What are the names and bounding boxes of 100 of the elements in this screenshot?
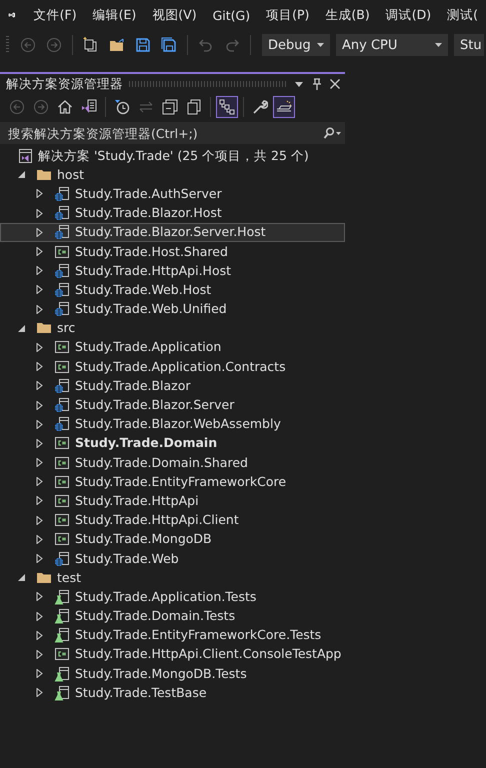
collapsed-arrow-icon[interactable] <box>35 189 44 198</box>
project-row[interactable]: Study.Trade.AuthServer <box>0 184 345 204</box>
csharp-project-icon <box>54 646 70 662</box>
collapsed-arrow-icon[interactable] <box>35 304 44 314</box>
menu-item[interactable]: Git(G) <box>204 8 258 22</box>
project-row[interactable]: Study.Trade.EntityFrameworkCore.Tests <box>0 626 345 645</box>
web-project-icon <box>54 282 70 298</box>
menu-item[interactable]: 视图(V) <box>144 6 205 24</box>
csharp-project-icon <box>54 512 70 528</box>
collapse-all-icon <box>162 99 178 115</box>
save-all-icon <box>161 37 177 53</box>
sync-icon <box>138 99 154 115</box>
project-row[interactable]: Study.Trade.HttpApi.Host <box>0 261 345 280</box>
undo-icon <box>198 37 214 53</box>
collapsed-arrow-icon[interactable] <box>35 554 44 564</box>
preview-button[interactable] <box>273 96 295 118</box>
menu-item[interactable]: 测试( <box>439 6 486 24</box>
project-row[interactable]: Study.Trade.Domain.Tests <box>0 606 345 626</box>
project-row[interactable]: Study.Trade.MongoDB <box>0 530 345 549</box>
solution-row[interactable]: 解决方案 'Study.Trade' (25 个项目，共 25 个) <box>0 146 345 166</box>
tree-view-button[interactable] <box>216 96 238 118</box>
menu-item[interactable]: 项目(P) <box>258 6 318 24</box>
web-project-icon <box>54 550 70 567</box>
project-row[interactable]: Study.Trade.Application <box>0 338 345 358</box>
expanded-arrow-icon[interactable] <box>17 573 26 582</box>
switch-views-icon <box>81 99 97 115</box>
csharp-project-icon <box>54 492 70 509</box>
panel-title: 解决方案资源管理器 <box>6 76 123 92</box>
project-row[interactable]: Study.Trade.Web.Unified <box>0 300 345 319</box>
test-project-icon <box>54 684 70 701</box>
clock-icon <box>114 99 130 115</box>
folder-row[interactable]: src <box>0 318 345 338</box>
web-project-icon <box>54 205 70 222</box>
folder-row[interactable]: host <box>0 165 345 184</box>
project-row[interactable]: Study.Trade.Application.Contracts <box>0 357 345 376</box>
project-row[interactable]: Study.Trade.MongoDB.Tests <box>0 664 345 684</box>
folder-row[interactable]: test <box>0 568 345 588</box>
collapsed-arrow-icon[interactable] <box>35 342 44 352</box>
close-icon[interactable] <box>329 78 341 90</box>
web-project-icon <box>54 262 70 279</box>
web-project-icon <box>54 186 70 202</box>
web-project-icon <box>54 397 70 414</box>
config-dropdown[interactable]: Stu <box>454 34 484 56</box>
project-row[interactable]: Study.Trade.Domain <box>0 434 345 453</box>
caret-icon <box>435 43 442 47</box>
csharp-project-icon <box>54 454 70 471</box>
caret-icon <box>317 43 324 47</box>
show-all-files-icon <box>186 99 202 115</box>
project-row[interactable]: Study.Trade.Blazor.Host <box>0 204 345 223</box>
redo-icon <box>224 37 240 53</box>
home-icon <box>57 99 73 115</box>
expanded-arrow-icon[interactable] <box>17 324 26 333</box>
web-project-icon <box>54 301 70 318</box>
web-project-icon <box>54 378 70 394</box>
project-row[interactable]: Study.Trade.Web <box>0 548 345 568</box>
menu-item[interactable]: 编辑(E) <box>84 6 144 24</box>
solution-icon <box>17 148 33 164</box>
project-row[interactable]: Study.Trade.Blazor.Server <box>0 395 345 415</box>
test-project-icon <box>54 588 70 605</box>
pin-icon[interactable] <box>311 78 323 90</box>
csharp-project-icon <box>54 358 70 375</box>
project-row[interactable]: Study.Trade.Web.Host <box>0 280 345 300</box>
search-field[interactable]: 搜索解决方案资源管理器(Ctrl+;) <box>0 122 323 144</box>
folder-icon <box>109 37 125 53</box>
project-row[interactable]: Study.Trade.Blazor.WebAssembly <box>0 414 345 434</box>
csharp-project-icon <box>54 435 70 452</box>
back-icon <box>9 99 25 115</box>
web-project-icon <box>54 416 70 432</box>
config-dropdown[interactable]: Debug <box>262 34 330 56</box>
test-project-icon <box>54 666 70 682</box>
test-project-icon <box>54 608 70 624</box>
config-dropdown[interactable]: Any CPU <box>336 34 448 56</box>
project-row[interactable]: Study.Trade.TestBase <box>0 683 345 702</box>
collapsed-arrow-icon[interactable] <box>35 592 44 602</box>
csharp-project-icon <box>54 339 70 356</box>
project-row[interactable]: Study.Trade.HttpApi.Client <box>0 510 345 530</box>
menu-item[interactable]: 调试(D) <box>378 6 440 24</box>
save-icon <box>135 37 151 53</box>
back-icon <box>20 37 36 53</box>
project-row[interactable]: Study.Trade.Blazor.Server.Host <box>0 222 345 242</box>
csharp-project-icon <box>54 244 70 260</box>
project-row[interactable]: Study.Trade.Application.Tests <box>0 587 345 606</box>
wrench-icon <box>252 99 268 115</box>
tree-view-icon <box>219 99 235 115</box>
project-row[interactable]: Study.Trade.Blazor <box>0 376 345 396</box>
csharp-project-icon <box>54 531 70 548</box>
project-row[interactable]: Study.Trade.HttpApi.Client.ConsoleTestApp <box>0 644 345 664</box>
forward-icon <box>46 37 62 53</box>
project-row[interactable]: Study.Trade.Host.Shared <box>0 242 345 262</box>
expanded-arrow-icon[interactable] <box>17 170 26 180</box>
project-row[interactable]: Study.Trade.EntityFrameworkCore <box>0 472 345 492</box>
project-row[interactable]: Study.Trade.HttpApi <box>0 491 345 511</box>
new-item-icon <box>83 37 99 53</box>
menu-item[interactable]: 文件(F) <box>26 6 85 24</box>
menu-item[interactable]: 生成(B) <box>317 6 378 24</box>
project-row[interactable]: Study.Trade.Domain.Shared <box>0 453 345 472</box>
web-project-icon <box>54 224 70 240</box>
test-project-icon <box>54 627 70 644</box>
search-icon[interactable] <box>323 127 341 139</box>
forward-icon <box>33 99 49 115</box>
